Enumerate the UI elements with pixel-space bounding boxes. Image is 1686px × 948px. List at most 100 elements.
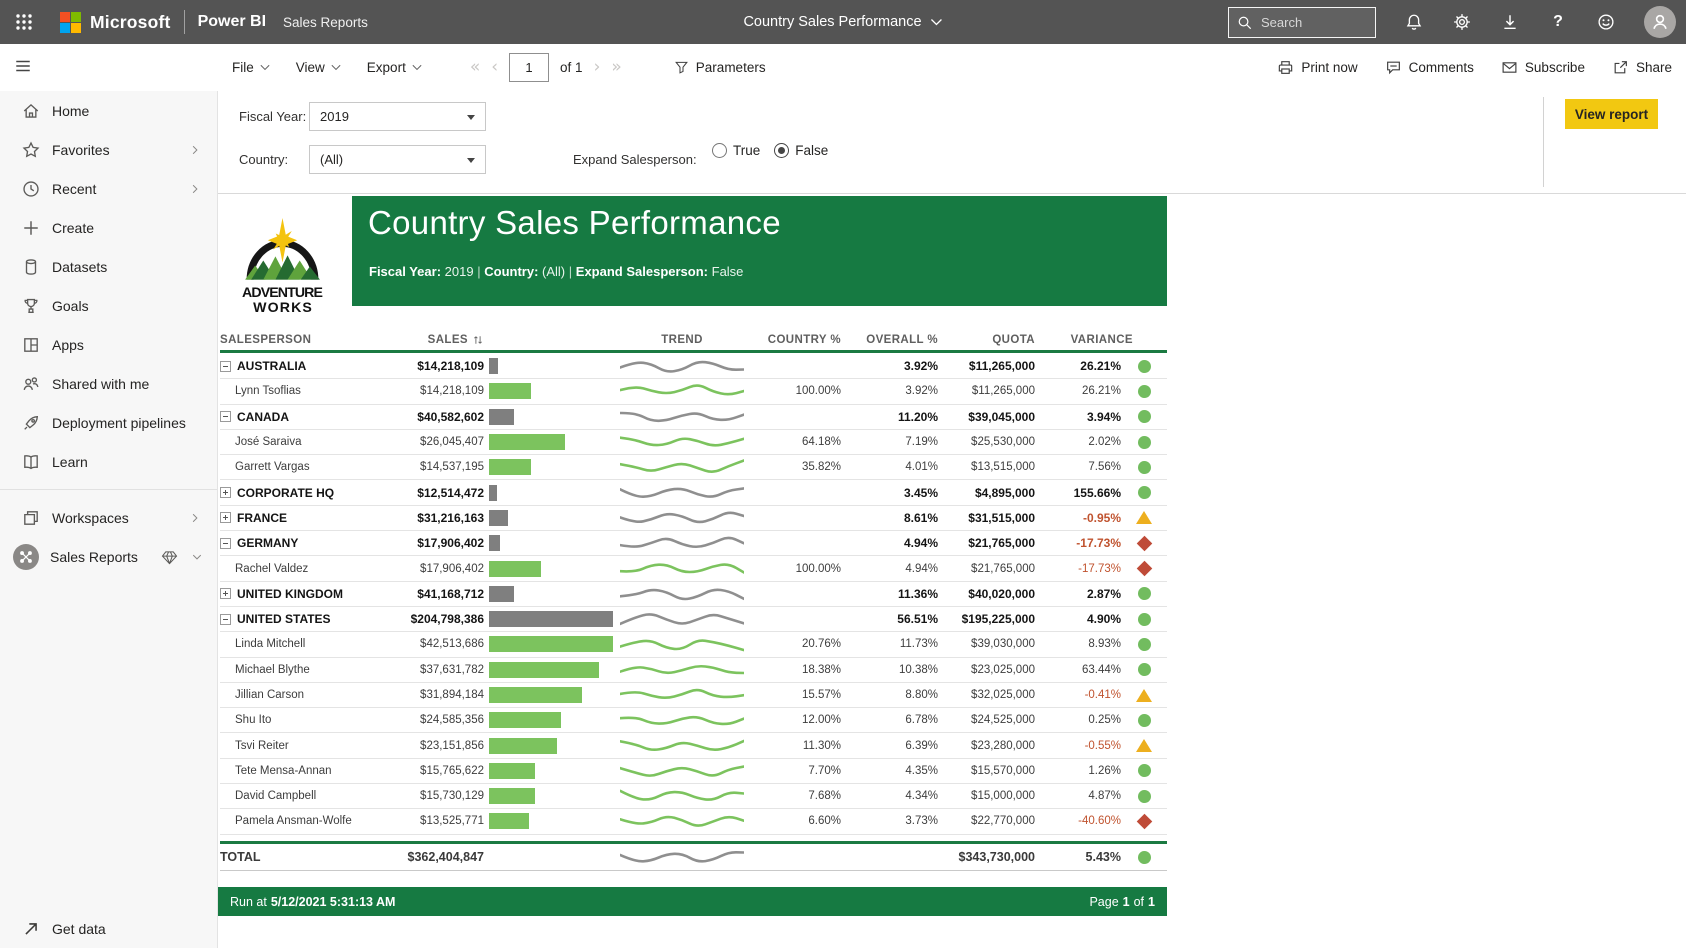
sidebar-item-deployment-pipelines[interactable]: Deployment pipelines — [0, 403, 217, 442]
radio-false-icon[interactable] — [774, 143, 789, 158]
sales-bar-cell — [484, 662, 619, 678]
user-avatar[interactable] — [1644, 6, 1676, 38]
first-page-button[interactable]: « — [470, 59, 480, 76]
sidebar-item-datasets[interactable]: Datasets — [0, 247, 217, 286]
sidebar-item-get-data[interactable]: Get data — [0, 909, 217, 948]
country-pct-cell: 20.76% — [745, 638, 841, 650]
search-input[interactable] — [1259, 14, 1353, 31]
premium-diamond-icon — [161, 550, 178, 565]
sidebar-item-recent[interactable]: Recent — [0, 169, 217, 208]
print-now-button[interactable]: Print now — [1277, 59, 1357, 76]
next-page-button[interactable]: › — [594, 59, 601, 76]
salesperson-cell: Pamela Ansman-Wolfe — [220, 815, 370, 827]
variance-cell: -0.41% — [1035, 689, 1121, 701]
variance-cell: 3.94% — [1035, 410, 1121, 424]
download-icon[interactable] — [1500, 12, 1520, 32]
share-button[interactable]: Share — [1612, 59, 1672, 76]
sidebar-item-apps[interactable]: Apps — [0, 325, 217, 364]
sidebar-item-create[interactable]: Create — [0, 208, 217, 247]
sales-data-bar — [489, 485, 497, 501]
sidebar-divider — [0, 489, 217, 490]
trend-sparkline — [619, 810, 745, 832]
plus-icon — [22, 219, 40, 237]
search-icon — [1237, 15, 1252, 30]
feedback-smiley-icon[interactable] — [1596, 12, 1616, 32]
quota-cell: $11,265,000 — [938, 359, 1035, 373]
collapse-minus-icon[interactable] — [220, 361, 231, 372]
overall-pct-cell: 8.61% — [841, 511, 938, 525]
sidebar-item-label: Datasets — [52, 259, 107, 275]
file-menu[interactable]: File — [232, 60, 270, 75]
search-box[interactable] — [1228, 7, 1376, 38]
microsoft-wordmark: Microsoft — [90, 12, 171, 33]
fiscal-year-dropdown[interactable]: 2019 — [309, 102, 486, 131]
expand-plus-icon[interactable] — [220, 487, 231, 498]
salesperson-cell: Tete Mensa-Annan — [220, 765, 370, 777]
settings-gear-icon[interactable] — [1452, 12, 1472, 32]
quota-cell: $15,570,000 — [938, 765, 1035, 777]
table-row: Jillian Carson$31,894,18415.57%8.80%$32,… — [220, 683, 1167, 708]
sidebar-item-favorites[interactable]: Favorites — [0, 130, 217, 169]
radio-option-true[interactable]: True — [712, 143, 760, 158]
table-row: GERMANY$17,906,4024.94%$21,765,000-17.73… — [220, 531, 1167, 556]
variance-cell: 1.26% — [1035, 765, 1121, 777]
view-menu[interactable]: View — [296, 60, 341, 75]
collapse-minus-icon[interactable] — [220, 614, 231, 625]
overall-pct-cell: 8.80% — [841, 689, 938, 701]
chevron-down-icon[interactable] — [191, 551, 203, 563]
chevron-right-icon — [189, 183, 201, 195]
indicator-cell — [1121, 486, 1167, 499]
sidebar-item-goals[interactable]: Goals — [0, 286, 217, 325]
quota-cell: $13,515,000 — [938, 461, 1035, 473]
sidebar-item-workspaces[interactable]: Workspaces — [0, 498, 217, 537]
sales-cell: $40,582,602 — [370, 410, 484, 424]
sales-cell: $37,631,782 — [370, 664, 484, 676]
notifications-bell-icon[interactable] — [1404, 12, 1424, 32]
sidebar-item-home[interactable]: Home — [0, 91, 217, 130]
country-dropdown[interactable]: (All) — [309, 145, 486, 174]
country-pct-cell: 35.82% — [745, 461, 841, 473]
workspace-avatar — [13, 544, 39, 570]
export-menu[interactable]: Export — [367, 60, 422, 75]
comments-button[interactable]: Comments — [1385, 59, 1474, 76]
page-number-input[interactable] — [509, 53, 549, 82]
kpi-circle-indicator — [1138, 714, 1151, 727]
total-quota: $343,730,000 — [938, 850, 1035, 864]
help-icon[interactable]: ? — [1548, 12, 1568, 32]
sales-bar-cell — [484, 586, 619, 602]
parameters-button[interactable]: Parameters — [674, 60, 766, 75]
total-indicator — [1121, 851, 1167, 864]
sidebar-item-sales-reports-workspace[interactable]: Sales Reports — [0, 537, 217, 577]
sidebar-item-shared-with-me[interactable]: Shared with me — [0, 364, 217, 403]
previous-page-button[interactable]: ‹ — [491, 59, 498, 76]
radio-option-false[interactable]: False — [774, 143, 828, 158]
report-title-dropdown[interactable]: Country Sales Performance — [743, 14, 942, 30]
collapse-minus-icon[interactable] — [220, 538, 231, 549]
collapse-minus-icon[interactable] — [220, 411, 231, 422]
salesperson-cell: UNITED KINGDOM — [220, 587, 370, 601]
trend-sparkline — [619, 532, 745, 554]
subscribe-button[interactable]: Subscribe — [1501, 59, 1585, 76]
report-banner-title: Country Sales Performance — [368, 204, 781, 242]
nav-pane-toggle-icon[interactable] — [14, 57, 32, 75]
sales-data-bar — [489, 763, 535, 779]
expand-plus-icon[interactable] — [220, 588, 231, 599]
sales-data-bar — [489, 358, 498, 374]
expand-plus-icon[interactable] — [220, 512, 231, 523]
sales-bar-cell — [484, 434, 619, 450]
waffle-menu-icon[interactable] — [0, 0, 48, 44]
radio-true-icon[interactable] — [712, 143, 727, 158]
last-page-button[interactable]: » — [611, 59, 621, 76]
variance-cell: 2.87% — [1035, 587, 1121, 601]
salesperson-cell: Lynn Tsoflias — [220, 385, 370, 397]
sales-bar-cell — [484, 409, 619, 425]
total-pages: 1 — [1148, 895, 1155, 909]
sidebar-nav: HomeFavoritesRecentCreate Datasets GoalsAp… — [0, 91, 217, 481]
country-pct-cell: 7.68% — [745, 790, 841, 802]
expand-salesperson-radio-group: True False — [712, 143, 828, 158]
indicator-cell — [1121, 613, 1167, 626]
view-report-button[interactable]: View report — [1565, 99, 1658, 129]
sidebar-item-learn[interactable]: Learn — [0, 442, 217, 481]
col-header-sales[interactable]: SALES — [370, 334, 484, 346]
total-label: TOTAL — [220, 850, 370, 864]
